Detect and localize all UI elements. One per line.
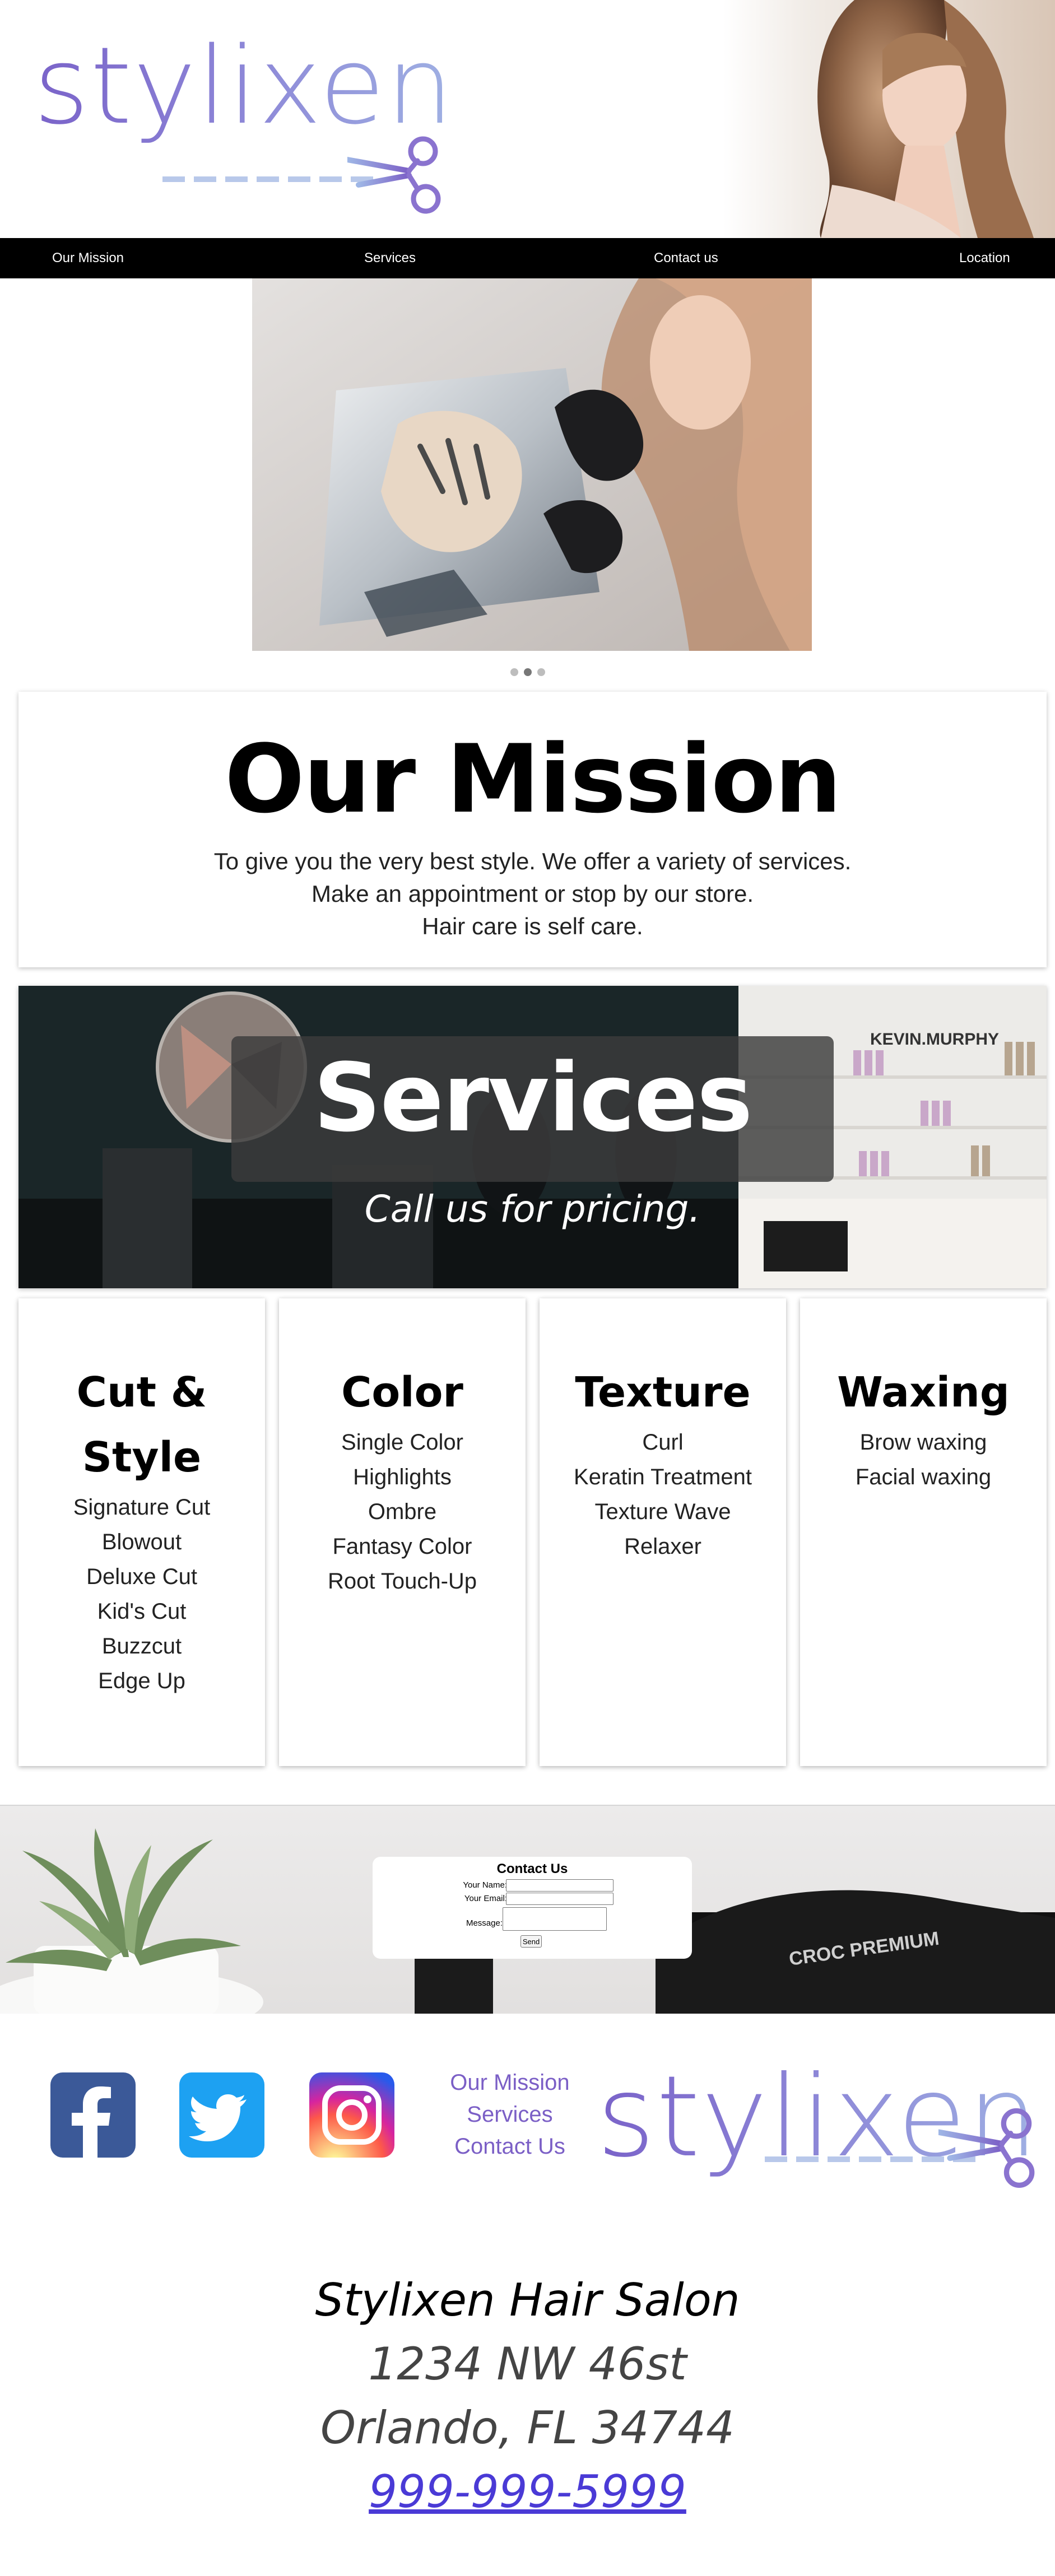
nav-our-mission[interactable]: Our Mission (52, 238, 124, 278)
service-item: Curl (642, 1430, 684, 1455)
name-label: Your Name: (463, 1880, 507, 1890)
services-subtitle: Call us for pricing. (364, 1187, 701, 1231)
service-card-texture: Texture Curl Keratin Treatment Texture W… (540, 1298, 786, 1766)
logo-dashed-line (162, 176, 375, 182)
city-state-zip: Orlando, FL 34744 (320, 2402, 735, 2454)
carousel-dots (0, 668, 1055, 676)
hero-model-image (817, 0, 1034, 238)
service-item: Blowout (101, 1530, 182, 1554)
service-item: Ombre (368, 1499, 437, 1524)
service-item: Deluxe Cut (86, 1564, 197, 1589)
instagram-icon (322, 2085, 382, 2145)
street-address: 1234 NW 46st (368, 2338, 687, 2390)
send-button[interactable]: Send (520, 1935, 542, 1948)
message-textarea[interactable] (503, 1907, 607, 1931)
scissors-icon (938, 2108, 1035, 2188)
email-input[interactable] (506, 1893, 614, 1905)
service-item: Buzzcut (101, 1634, 182, 1659)
salon-name: Stylixen Hair Salon (315, 2274, 740, 2326)
service-item: Brow waxing (859, 1430, 987, 1455)
service-card-title: Cut & Style (76, 1368, 207, 1482)
service-item: Root Touch-Up (327, 1569, 477, 1594)
service-item: Keratin Treatment (574, 1465, 752, 1489)
service-card-title: Waxing (837, 1368, 1010, 1417)
hero-carousel[interactable] (252, 278, 812, 651)
service-card-color: Color Single Color Highlights Ombre Fant… (279, 1298, 526, 1766)
instagram-link[interactable] (309, 2072, 394, 2158)
footer-logo[interactable]: stylixen (597, 2050, 1038, 2207)
mission-title: Our Mission (224, 724, 842, 834)
mission-line-1: To give you the very best style. We offe… (213, 848, 852, 875)
service-card-title: Color (341, 1368, 463, 1417)
site-header: stylixen (0, 0, 1055, 238)
footer-link-our-mission[interactable]: Our Mission (426, 2067, 594, 2099)
footer-links: Our Mission Services Contact Us (426, 2067, 594, 2163)
twitter-link[interactable] (179, 2072, 264, 2158)
shelf-brand-text: KEVIN.MURPHY (870, 1030, 999, 1049)
carousel-dot-2[interactable] (523, 668, 532, 676)
mission-line-3: Hair care is self care. (422, 913, 643, 940)
twitter-icon (189, 2094, 247, 2141)
service-card-waxing: Waxing Brow waxing Facial waxing (800, 1298, 1047, 1766)
service-item: Edge Up (98, 1669, 185, 1693)
scissors-icon (347, 136, 441, 214)
mission-line-2: Make an appointment or stop by our store… (311, 881, 754, 907)
service-item: Highlights (353, 1465, 452, 1489)
facebook-link[interactable] (50, 2072, 136, 2158)
salon-address: Stylixen Hair Salon 1234 NW 46st Orlando… (0, 2268, 1055, 2524)
services-banner: KEVIN.MURPHY Services Call us for pricin… (18, 986, 1047, 1288)
nav-contact-us[interactable]: Contact us (654, 238, 718, 278)
nav-services[interactable]: Services (364, 238, 416, 278)
services-title: Services (313, 1043, 752, 1153)
service-card-title: Texture (575, 1368, 751, 1417)
footer-link-services[interactable]: Services (426, 2099, 594, 2131)
contact-form: Contact Us Your Name: Your Email: Messag… (373, 1857, 692, 1959)
service-item: Fantasy Color (332, 1534, 472, 1559)
service-item: Texture Wave (594, 1499, 731, 1524)
brand-logo[interactable]: stylixen (34, 22, 453, 214)
name-input[interactable] (506, 1879, 614, 1892)
service-card-cut-style: Cut & Style Signature Cut Blowout Deluxe… (18, 1298, 265, 1766)
contact-form-title: Contact Us (496, 1861, 568, 1876)
service-item: Signature Cut (73, 1495, 211, 1520)
logo-wordmark: stylixen (34, 22, 454, 150)
service-item: Kid's Cut (97, 1599, 187, 1624)
service-item: Relaxer (624, 1534, 701, 1559)
nav-location[interactable]: Location (959, 238, 1010, 278)
mission-section: Our Mission To give you the very best st… (18, 692, 1047, 967)
carousel-dot-1[interactable] (510, 668, 518, 676)
footer-link-contact-us[interactable]: Contact Us (426, 2131, 594, 2163)
message-label: Message: (466, 1918, 503, 1928)
service-item: Facial waxing (855, 1465, 992, 1489)
carousel-slide-image (252, 278, 812, 651)
carousel-dot-3[interactable] (537, 668, 545, 676)
email-label: Your Email: (464, 1894, 507, 1903)
facebook-icon (72, 2086, 111, 2158)
service-item: Single Color (341, 1430, 463, 1455)
main-nav: Our Mission Services Contact us Location (0, 238, 1055, 278)
phone-link[interactable]: 999-999-5999 (0, 2460, 1055, 2524)
